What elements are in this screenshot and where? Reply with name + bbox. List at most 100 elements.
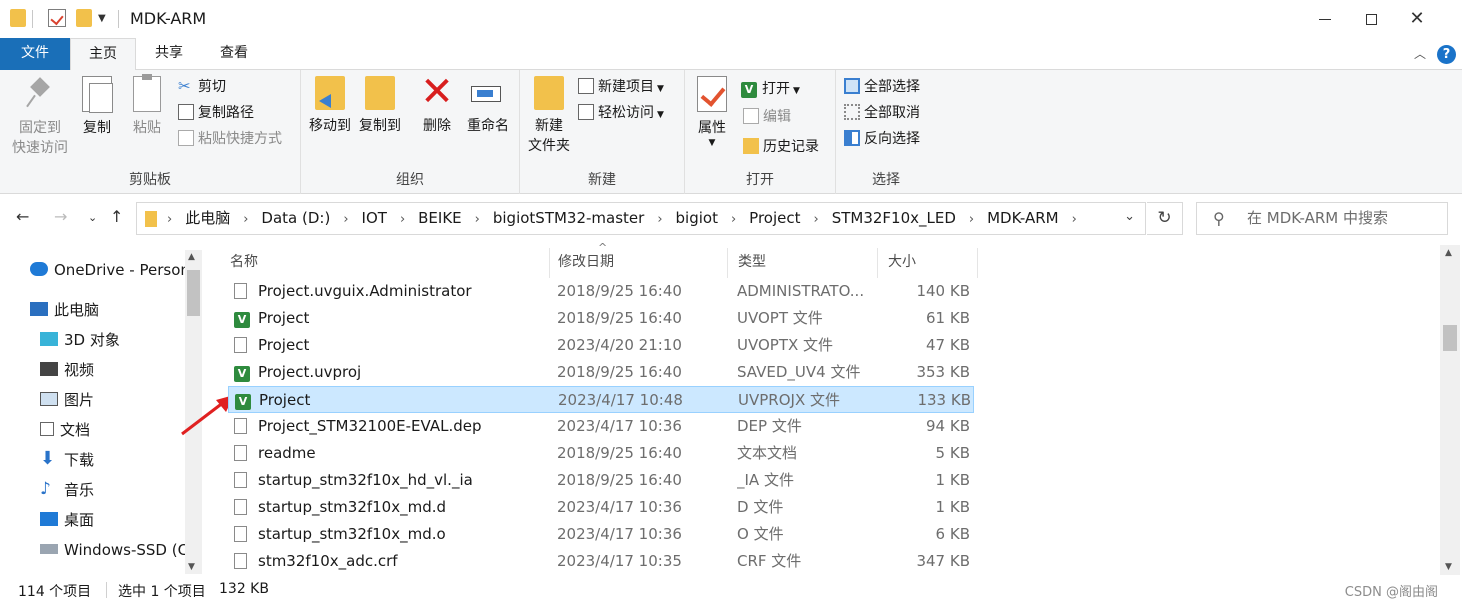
invert-selection-button[interactable]: 反向选择 (844, 128, 920, 152)
select-none-label: 全部取消 (864, 105, 920, 121)
help-icon[interactable]: ? (1437, 45, 1456, 64)
nav-item-this-pc[interactable]: 此电脑 (30, 297, 99, 323)
chevron-right-icon[interactable]: › (814, 212, 819, 227)
table-row[interactable]: Project_STM32100E-EVAL.dep 2023/4/17 10:3… (228, 413, 974, 440)
easy-access-button[interactable]: 轻松访问 ▼ (578, 102, 664, 126)
select-none-button[interactable]: 全部取消 (844, 102, 920, 126)
nav-item-windows-ssd[interactable]: Windows-SSD (C:) (40, 537, 199, 563)
move-to-button[interactable]: 移动到 (305, 76, 355, 136)
nav-item-documents[interactable]: 文档 (40, 417, 90, 443)
close-button[interactable]: ✕ (1394, 0, 1440, 38)
scroll-up-icon[interactable]: ▲ (1445, 248, 1452, 258)
breadcrumb-item[interactable]: IOT (362, 209, 387, 227)
table-row[interactable]: V Project 2018/9/25 16:40 UVOPT 文件 61 KB (228, 305, 974, 332)
table-row[interactable]: V Project.uvproj 2018/9/25 16:40 SAVED_UV4 … (228, 359, 974, 386)
copy-path-button[interactable]: 复制路径 (178, 102, 254, 126)
refresh-button[interactable]: ↻ (1147, 202, 1183, 235)
chevron-right-icon[interactable]: › (343, 212, 348, 227)
forward-arrow-icon[interactable]: → (54, 207, 67, 226)
nav-item-downloads[interactable]: ⬇ 下载 (40, 447, 94, 473)
chevron-right-icon[interactable]: › (475, 212, 480, 227)
scroll-down-icon[interactable]: ▼ (1445, 562, 1452, 572)
breadcrumb-item[interactable]: bigiotSTM32-master (493, 209, 644, 227)
search-input[interactable]: ⚲ 在 MDK-ARM 中搜索 (1196, 202, 1448, 235)
nav-item-music[interactable]: ♪ 音乐 (40, 477, 94, 503)
recent-locations-chevron-icon[interactable]: ⌄ (88, 211, 97, 224)
address-history-chevron-icon[interactable]: ⌄ (1124, 209, 1135, 224)
breadcrumb-item[interactable]: BEIKE (418, 209, 462, 227)
table-row[interactable]: stm32f10x_adc.crf 2023/4/17 10:35 CRF 文件 34… (228, 548, 974, 575)
breadcrumb-item[interactable]: bigiot (676, 209, 718, 227)
file-icon (234, 553, 247, 569)
maximize-button[interactable] (1348, 0, 1394, 38)
table-row[interactable]: V Project 2023/4/17 10:48 UVPROJX 文件 133 KB (228, 386, 974, 413)
quick-access-dropdown-icon[interactable]: ▼ (98, 13, 106, 24)
scroll-down-icon[interactable]: ▼ (188, 562, 195, 572)
edit-button[interactable]: 编辑 (743, 106, 791, 130)
collapse-ribbon-icon[interactable]: ︿ (1414, 45, 1426, 62)
nav-item-pictures[interactable]: 图片 (40, 387, 94, 413)
rename-button[interactable]: 重命名 (461, 76, 515, 136)
file-size: 61 KB (926, 309, 970, 327)
scrollbar-thumb[interactable] (1443, 325, 1457, 351)
nav-item-videos[interactable]: 视频 (40, 357, 94, 383)
nav-item-desktop[interactable]: 桌面 (40, 507, 94, 533)
breadcrumb-item[interactable]: STM32F10x_LED (832, 209, 956, 227)
new-item-button[interactable]: 新建项目 ▼ (578, 76, 664, 100)
copy-path-icon (178, 104, 194, 120)
chevron-right-icon[interactable]: › (1072, 212, 1077, 227)
open-button[interactable]: V 打开 ▼ (741, 78, 800, 102)
copy-to-label: 复制到 (359, 118, 401, 134)
properties-button[interactable]: 属性 ▼ (691, 76, 733, 148)
open-label: 打开 (762, 81, 790, 97)
copy-button[interactable]: 复制 (76, 76, 118, 138)
paste-shortcut-button[interactable]: 粘贴快捷方式 (178, 128, 282, 152)
column-header-name[interactable]: 名称 (220, 248, 550, 278)
table-row[interactable]: startup_stm32f10x_md.o 2023/4/17 10:36 O 文… (228, 521, 974, 548)
breadcrumb-item[interactable]: Project (749, 209, 800, 227)
properties-quick-access-icon[interactable] (48, 9, 66, 27)
pin-to-quick-access-button[interactable]: 固定到 快速访问 (8, 76, 72, 158)
chevron-right-icon[interactable]: › (243, 212, 248, 227)
breadcrumb-item[interactable]: Data (D:) (261, 209, 330, 227)
tab-file[interactable]: 文件 (0, 38, 70, 70)
chevron-right-icon[interactable]: › (657, 212, 662, 227)
file-size: 47 KB (926, 336, 970, 354)
scrollbar-thumb[interactable] (187, 270, 200, 316)
table-row[interactable]: startup_stm32f10x_md.d 2023/4/17 10:36 D 文… (228, 494, 974, 521)
scroll-up-icon[interactable]: ▲ (188, 252, 195, 262)
chevron-right-icon[interactable]: › (731, 212, 736, 227)
new-folder-button[interactable]: 新建 文件夹 (526, 76, 572, 156)
delete-button[interactable]: ✕ 删除 (417, 72, 457, 136)
tab-share[interactable]: 共享 (136, 38, 202, 70)
file-list-scrollbar[interactable]: ▲ ▼ (1440, 245, 1460, 575)
table-row[interactable]: Project.uvguix.Administrator 2018/9/25 16… (228, 278, 974, 305)
tab-view[interactable]: 查看 (202, 38, 266, 70)
chevron-right-icon[interactable]: › (400, 212, 405, 227)
address-bar[interactable]: › 此电脑 › Data (D:) › IOT › BEIKE › bigiotSTM32-mas… (136, 202, 1146, 235)
table-row[interactable]: readme 2018/9/25 16:40 文本文档 5 KB (228, 440, 974, 467)
minimize-button[interactable] (1302, 0, 1348, 38)
new-folder-quick-access-icon[interactable] (76, 9, 92, 27)
column-header-size[interactable]: 大小 (878, 248, 978, 278)
nav-item-3d-objects[interactable]: 3D 对象 (40, 327, 120, 353)
select-all-button[interactable]: 全部选择 (844, 76, 920, 100)
copy-to-button[interactable]: 复制到 (355, 76, 405, 136)
file-name: Project (258, 336, 310, 354)
breadcrumb-item[interactable]: 此电脑 (185, 209, 230, 227)
paste-button[interactable]: 粘贴 (126, 74, 168, 138)
table-row[interactable]: Project 2023/4/20 21:10 UVOPTX 文件 47 KB (228, 332, 974, 359)
breadcrumb-item[interactable]: MDK-ARM (987, 209, 1058, 227)
cut-button[interactable]: ✂ 剪切 (178, 76, 226, 100)
nav-item-onedrive[interactable]: OneDrive - Personal (30, 257, 203, 283)
table-row[interactable]: startup_stm32f10x_hd_vl._ia 2018/9/25 16:… (228, 467, 974, 494)
up-arrow-icon[interactable]: ↑ (110, 207, 123, 226)
tab-home[interactable]: 主页 (70, 38, 136, 71)
file-type: 文本文档 (737, 444, 798, 462)
column-header-modified[interactable]: 修改日期 (548, 248, 728, 278)
column-header-type[interactable]: 类型 (728, 248, 878, 278)
back-arrow-icon[interactable]: ← (16, 207, 29, 226)
chevron-right-icon[interactable]: › (969, 212, 974, 227)
file-modified: 2023/4/17 10:36 (557, 417, 682, 435)
history-button[interactable]: 历史记录 (743, 136, 819, 160)
